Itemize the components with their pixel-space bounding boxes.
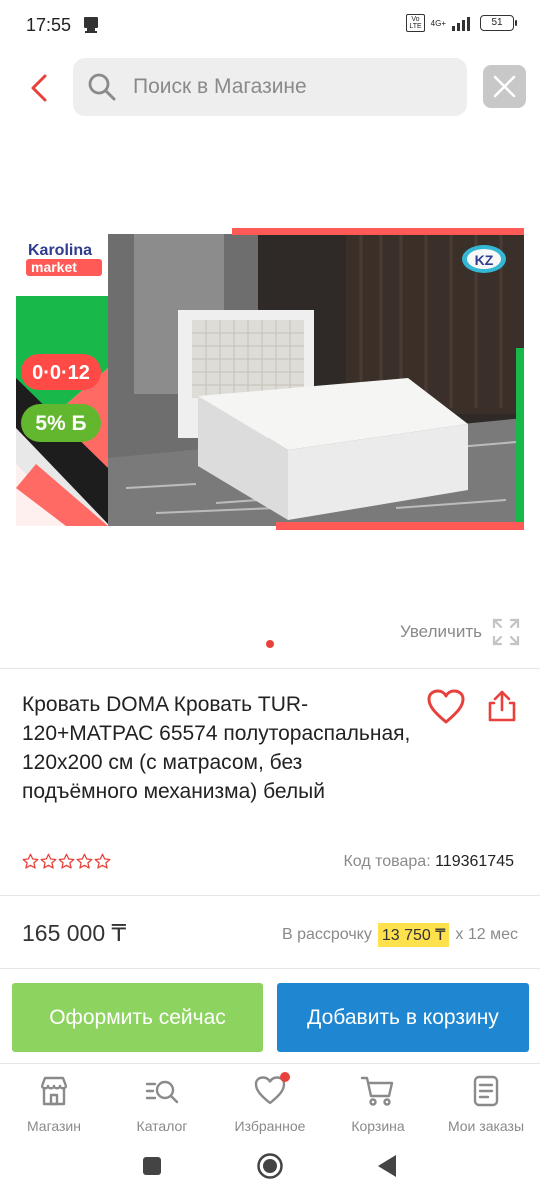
- installment-label: В рассрочку: [281, 926, 372, 943]
- nav-label-catalog: Каталог: [136, 1118, 188, 1134]
- gallery-page-indicator: [266, 640, 274, 648]
- star-icon: [94, 853, 111, 869]
- divider: [0, 968, 540, 969]
- nav-item-orders[interactable]: Мои заказы: [432, 1074, 540, 1134]
- expand-icon: [492, 618, 520, 646]
- product-code-label: Код товара:: [343, 853, 431, 870]
- star-icon: [76, 853, 93, 869]
- notification-dot: [280, 1072, 290, 1082]
- product-code: Код товара: 119361745: [343, 853, 514, 871]
- bottom-navigation: Магазин Каталог Избранное Корзина Мои за…: [0, 1063, 540, 1143]
- battery-icon: 51: [480, 15, 517, 31]
- installment-amount: 13 750 ₸: [377, 923, 450, 947]
- product-title: Кровать DOMA Кровать TUR-120+МАТРАС 6557…: [22, 693, 411, 803]
- nav-label-shop: Магазин: [26, 1118, 81, 1134]
- search-placeholder: Поиск в Магазине: [133, 75, 307, 98]
- favorite-button[interactable]: [426, 688, 466, 726]
- share-button[interactable]: [484, 688, 520, 724]
- catalog-search-icon: [145, 1080, 179, 1104]
- nav-item-favorites[interactable]: Избранное: [216, 1072, 324, 1134]
- add-to-cart-button[interactable]: Добавить в корзину: [277, 983, 529, 1052]
- back-button[interactable]: [20, 68, 60, 108]
- top-bar: Поиск в Магазине: [0, 58, 540, 118]
- network-type: 4G+: [430, 18, 446, 28]
- signal-icon: [452, 17, 470, 31]
- heart-icon: [427, 689, 465, 724]
- nav-label-cart: Корзина: [351, 1118, 405, 1134]
- home-button[interactable]: [256, 1152, 284, 1180]
- rating-stars[interactable]: [22, 853, 111, 870]
- product-image[interactable]: Karolina market 0·0·12 5% Б KZ: [16, 228, 524, 530]
- nav-label-favorites: Избранное: [234, 1118, 306, 1134]
- orders-icon: [473, 1075, 499, 1107]
- notification-icon: [82, 16, 100, 39]
- system-navigation-bar: [0, 1143, 540, 1200]
- status-time: 17:55: [26, 15, 72, 35]
- product-code-value: 119361745: [435, 853, 514, 870]
- svg-text:market: market: [31, 259, 77, 275]
- search-icon: [88, 73, 116, 101]
- status-bar: 17:55 Vo LTE 4G+ 51: [0, 0, 540, 52]
- close-icon: [493, 75, 516, 98]
- zoom-label: Увеличить: [400, 622, 482, 641]
- star-icon: [58, 853, 75, 869]
- volte-icon: Vo LTE: [406, 14, 425, 32]
- order-now-button[interactable]: Оформить сейчас: [12, 983, 263, 1052]
- star-icon: [40, 853, 57, 869]
- nav-item-shop[interactable]: Магазин: [0, 1074, 108, 1134]
- status-indicators: Vo LTE 4G+ 51: [406, 14, 517, 32]
- installment-info[interactable]: В рассрочку 13 750 ₸ x 12 мес: [282, 923, 518, 947]
- nav-label-orders: Мои заказы: [447, 1118, 525, 1134]
- installment-badge: 0·0·12: [32, 362, 90, 384]
- chevron-left-icon: [31, 74, 47, 102]
- back-system-button[interactable]: [376, 1154, 398, 1178]
- search-input[interactable]: Поиск в Магазине: [73, 58, 467, 116]
- installment-term: x 12 мес: [455, 926, 518, 943]
- bonus-badge: 5% Б: [35, 412, 86, 435]
- share-icon: [488, 690, 516, 722]
- star-icon: [22, 853, 39, 869]
- divider: [0, 895, 540, 896]
- brand-logo: Karolina: [28, 242, 92, 259]
- divider: [0, 668, 540, 669]
- nav-item-cart[interactable]: Корзина: [324, 1074, 432, 1134]
- cart-icon: [360, 1076, 394, 1106]
- zoom-button[interactable]: Увеличить: [400, 618, 520, 646]
- country-badge: KZ: [475, 252, 494, 268]
- nav-item-catalog[interactable]: Каталог: [108, 1074, 216, 1134]
- product-banner-graphic: Karolina market 0·0·12 5% Б KZ: [16, 228, 524, 530]
- product-price: 165 000 ₸: [22, 920, 127, 946]
- recent-apps-button[interactable]: [142, 1156, 162, 1176]
- close-button[interactable]: [483, 65, 526, 108]
- shop-icon: [40, 1076, 68, 1106]
